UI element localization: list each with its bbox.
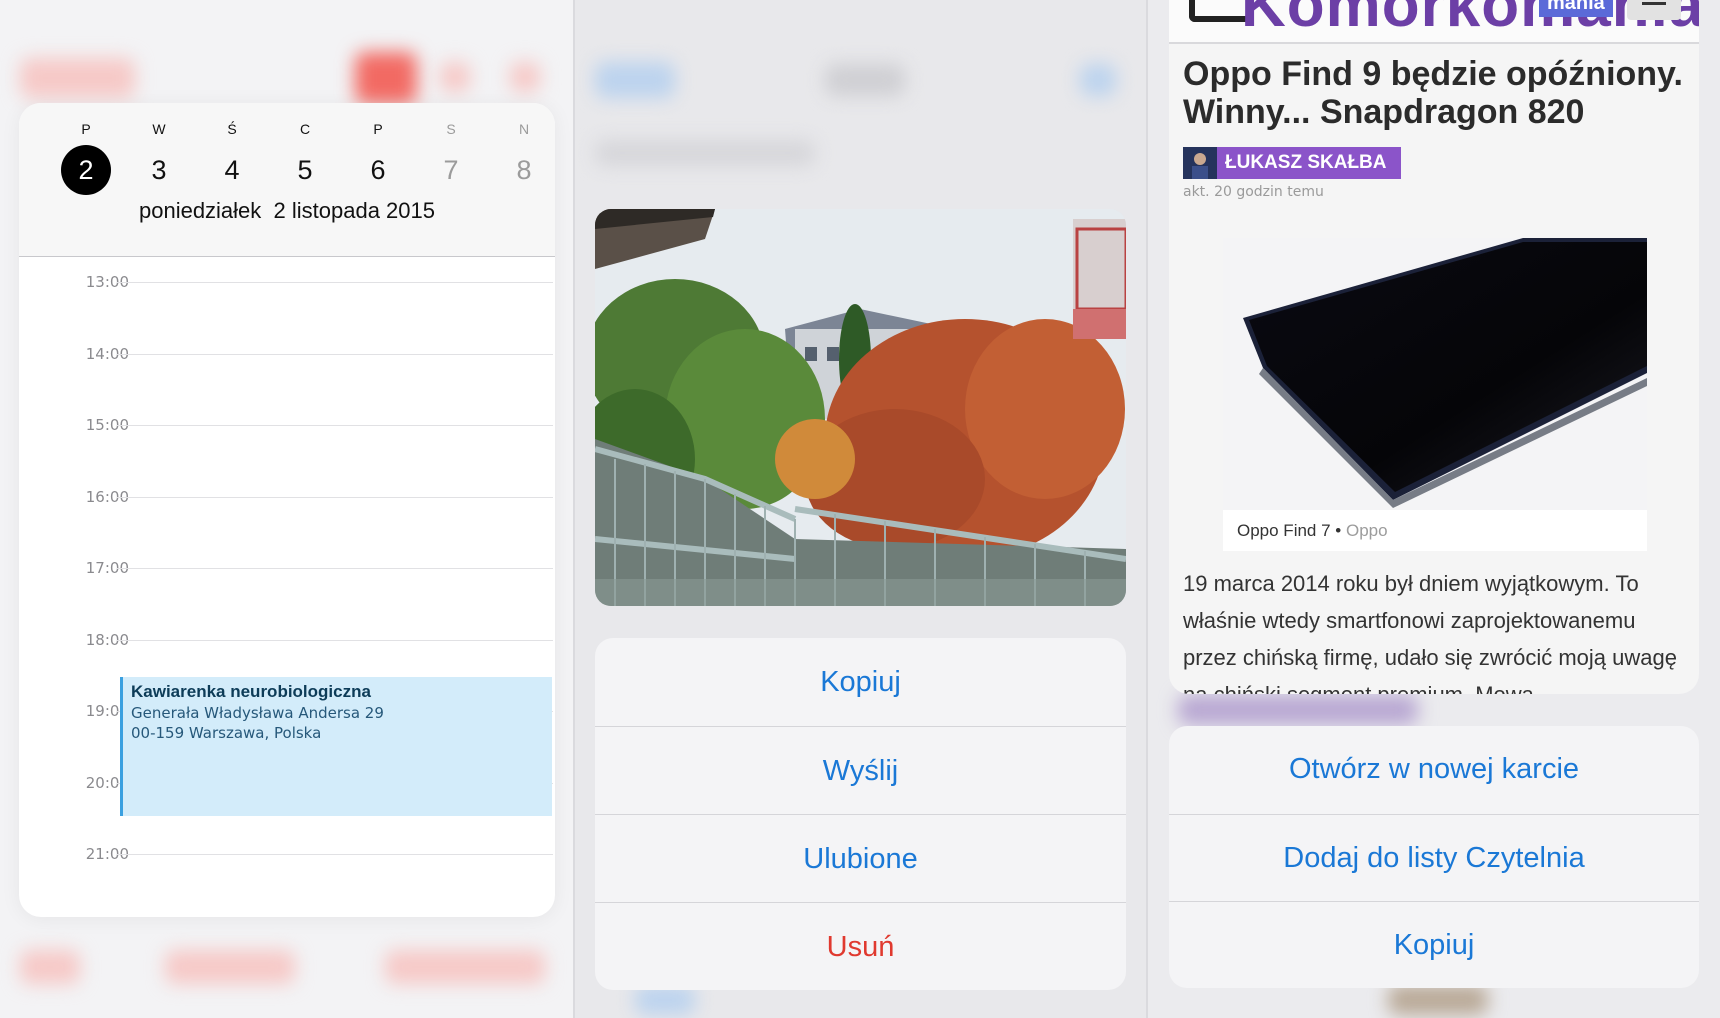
safari-panel: Komórkomania mania Oppo Find 9 będzie op…: [1148, 0, 1720, 1018]
action-dodaj-do-listy-czytelnia-button[interactable]: Dodaj do listy Czytelnia: [1169, 813, 1699, 901]
today-day-number: 2: [61, 145, 111, 195]
week-day-letter: S: [446, 121, 456, 137]
autumn-trees-photo: [595, 209, 1126, 606]
hour-gridline: [117, 639, 553, 641]
week-strip: P 2 W 3 Ś 4 C 5 P 6 S 7 N 8: [19, 103, 555, 257]
article-figure: Oppo Find 7 • Oppo: [1223, 238, 1647, 551]
hour-gridline: [117, 282, 553, 283]
action-kopiuj-button[interactable]: Kopiuj: [1169, 901, 1699, 988]
photos-panel: Kopiuj Wyślij Ulubione Usuń: [575, 0, 1146, 1018]
blurred-add-icon: [510, 62, 540, 92]
link-preview-card[interactable]: Komórkomania mania Oppo Find 9 będzie op…: [1169, 0, 1699, 694]
blurred-search-icon: [440, 62, 470, 92]
caption-separator: •: [1335, 521, 1346, 540]
hour-gridline: [117, 425, 553, 426]
blurred-subtitle: [595, 140, 815, 166]
action-ulubione-button[interactable]: Ulubione: [595, 814, 1126, 902]
week-day-letter: C: [299, 121, 311, 137]
week-day-number: 6: [370, 155, 386, 185]
phone-image: [1223, 238, 1647, 510]
blurred-link-highlight: [1178, 695, 1418, 725]
blurred-back-button: [20, 58, 135, 98]
week-day-letter: N: [518, 121, 530, 137]
blurred-today-marker: [355, 52, 417, 104]
week-day-letter: Ś: [227, 121, 237, 137]
event-address-line2: 00-159 Warszawa, Polska: [131, 724, 322, 742]
smartphone-photo: [1223, 238, 1647, 510]
caption-text: Oppo Find 7: [1237, 521, 1331, 540]
week-day-letter: P: [373, 121, 383, 137]
blurred-back-button: [595, 62, 675, 98]
hour-gridline: [117, 496, 553, 498]
week-day-number: 7: [443, 155, 459, 185]
week-day-number: 3: [151, 155, 167, 185]
updated-time: akt. 20 godzin temu: [1183, 184, 1324, 200]
author-avatar: [1183, 147, 1217, 179]
hour-gridline: [117, 568, 553, 569]
hour-gridline: [117, 353, 553, 355]
week-day-number: 8: [516, 155, 532, 185]
hour-gridline: [117, 854, 553, 855]
action-usuń-button[interactable]: Usuń: [595, 902, 1126, 990]
author-badge[interactable]: ŁUKASZ SKAŁBA: [1183, 147, 1401, 179]
date-line: poniedziałek 2 listopada 2015: [138, 198, 435, 223]
action-wyślij-button[interactable]: Wyślij: [595, 726, 1126, 814]
action-kopiuj-button[interactable]: Kopiuj: [595, 638, 1126, 726]
site-header: Komórkomania mania: [1169, 0, 1699, 44]
calendar-preview-card[interactable]: P 2 W 3 Ś 4 C 5 P 6 S 7 N 8 poniedziałek 2 listopada …: [19, 103, 555, 917]
link-action-sheet: Otwórz w nowej karcie Dodaj do listy Czyt…: [1169, 726, 1699, 988]
photo-preview[interactable]: [595, 209, 1126, 606]
blurred-tab-inbox: [385, 950, 545, 984]
blurred-footer-image: [1388, 985, 1488, 1015]
article-body: 19 marca 2014 roku był dniem wyjątkowym.…: [1183, 571, 1677, 694]
event-address-line1: Generała Władysława Andersa 29: [131, 704, 384, 722]
week-day-letter: P: [81, 121, 91, 137]
week-day-number: 4: [224, 155, 240, 185]
calendar-event[interactable]: Kawiarenka neurobiologiczna Generała Wła…: [120, 677, 552, 816]
caption-source[interactable]: Oppo: [1346, 521, 1388, 540]
site-logo-tag: mania: [1539, 0, 1613, 17]
hamburger-icon: [1642, 2, 1666, 5]
figure-caption: Oppo Find 7 • Oppo: [1237, 521, 1388, 541]
calendar-panel: P 2 W 3 Ś 4 C 5 P 6 S 7 N 8 poniedziałek 2 listopada …: [0, 0, 573, 1018]
hamburger-menu-button[interactable]: [1627, 0, 1681, 20]
avatar-icon: [1192, 153, 1208, 179]
author-name: ŁUKASZ SKAŁBA: [1225, 152, 1387, 173]
week-day-number: 5: [297, 155, 313, 185]
photo-action-sheet: Kopiuj Wyślij Ulubione Usuń: [595, 638, 1126, 990]
week-day-letter: W: [152, 121, 166, 137]
event-title: Kawiarenka neurobiologiczna: [131, 682, 371, 701]
blurred-tab-today: [20, 950, 80, 984]
blurred-title: [825, 64, 905, 96]
blurred-tab-calendars: [165, 950, 295, 984]
blurred-edit-icon: [1080, 64, 1116, 96]
action-otwórz-w-nowej-karcie-button[interactable]: Otwórz w nowej karcie: [1169, 726, 1699, 813]
article-headline: Oppo Find 9 będzie opóźniony. Winny... S…: [1183, 55, 1683, 131]
